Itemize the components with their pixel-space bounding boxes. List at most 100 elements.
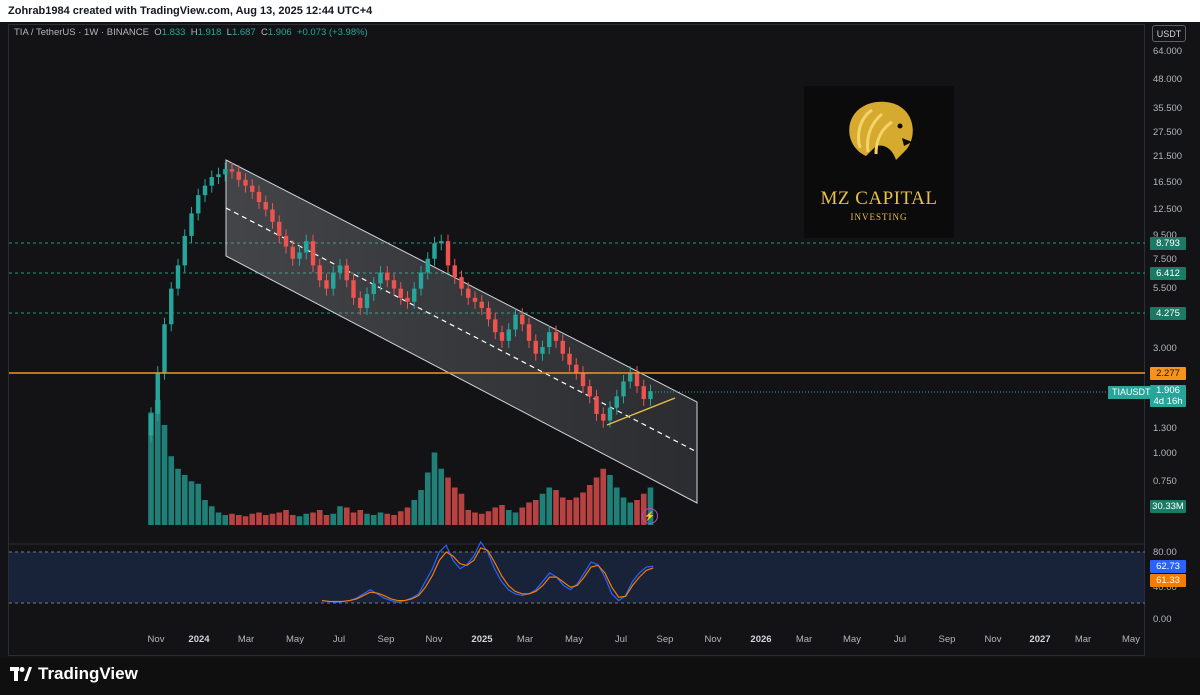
candle-body [587,386,592,397]
candle-body [628,372,633,382]
ticker-flag: TIAUSDT [1108,386,1155,399]
volume-bar [181,475,188,525]
volume-bar [438,468,445,525]
bar-countdown: 4d 16h [1153,396,1183,407]
candle-body [520,314,525,325]
tradingview-brand[interactable]: TradingView [10,664,138,684]
open-value: 1.833 [161,27,186,38]
candle-body [553,332,559,341]
candle-body [533,340,538,354]
volume-bar [445,477,451,525]
level-label-4275: 4.275 [1150,307,1186,320]
volume-bar [283,510,289,525]
candle-body [358,297,363,308]
time-tick: Sep [377,634,395,645]
candle-body [270,209,275,222]
candle-body [148,413,154,436]
volume-bar [303,513,310,525]
candle-body [317,265,322,281]
candle-body [236,171,241,180]
time-tick: 2026 [750,634,772,645]
volume-bar [310,512,316,525]
candle-body [162,324,167,373]
time-tick: Nov [147,634,165,645]
candle-body [634,372,640,387]
stoch-tick: 80.00 [1153,547,1177,558]
volume-bar [627,502,634,525]
open-label: O [154,27,162,38]
candle-body [202,185,208,196]
candle-body [331,272,336,289]
volume-bar [499,505,505,525]
descending-channel [225,159,698,504]
candle-body [283,235,289,247]
candle-body [506,329,511,341]
volume-bar [458,493,465,525]
price-tick: 27.500 [1153,127,1183,138]
candle-body [378,272,383,284]
candle-body [459,277,464,289]
candle-body [641,386,646,400]
volume-bar [607,475,613,525]
stoch-band [9,552,1145,603]
candle-body [418,272,424,289]
level-label-6412: 6.412 [1150,267,1186,280]
volume-bar [431,452,438,525]
volume-bar [262,515,269,525]
candle-body [290,246,295,259]
volume-bar [573,497,580,525]
volume-bar [208,506,215,525]
candle-body [452,265,457,278]
volume-bar [546,487,553,525]
candle-body [189,213,194,236]
logo-title: MZ CAPITAL [820,188,938,209]
lightning-icon[interactable]: ⚡ [642,508,658,524]
candle-body [405,297,410,302]
candle-body [196,195,201,214]
volume-bar [161,425,168,525]
symbol-info[interactable]: TIA / TetherUS · 1W · BINANCE O1.833 H1.… [14,27,368,38]
volume-bar [337,506,343,525]
volume-bar [539,493,546,525]
level-label-8793: 8.793 [1150,237,1186,250]
volume-bar [472,512,478,525]
candle-body [574,364,579,373]
volume-bar [519,507,526,525]
volume-bar [559,497,566,525]
volume-bar [350,512,357,525]
price-tick: 16.500 [1153,177,1183,188]
candle-body [594,396,599,414]
candle-body [209,177,214,186]
current-price-label: 1.906 4d 16h [1150,385,1186,407]
current-price-value: 1.906 [1156,385,1180,396]
symbol-name[interactable]: TIA / TetherUS · 1W · BINANCE [14,27,149,38]
price-tick: 7.500 [1153,254,1177,265]
candle-body [486,307,491,320]
lion-icon [849,101,913,160]
currency-selector[interactable]: USDT [1152,25,1186,42]
time-tick: 2025 [471,634,493,645]
volume-bar [384,513,391,525]
time-tick: Sep [656,634,674,645]
time-tick: Jul [332,634,346,645]
candle-body [466,288,471,298]
volume-bar [553,490,559,525]
price-tick: 0.750 [1153,476,1177,487]
volume-bar [202,500,208,525]
candle-body [580,372,586,387]
high-value: 1.918 [197,27,222,38]
volume-bar [323,515,330,525]
key-level-label: 2.277 [1150,367,1186,380]
candle-body [297,252,302,259]
candle-body [412,288,417,302]
volume-bar [613,487,620,525]
stoch-tick: 0.00 [1153,614,1172,625]
price-tick: 1.000 [1153,448,1177,459]
chart-canvas[interactable] [0,0,1200,695]
volume-bar [600,468,607,525]
candle-body [432,243,437,259]
volume-bar [364,513,370,525]
volume-bar [229,513,235,525]
candle-body [182,235,187,266]
volume-bar [424,472,431,525]
